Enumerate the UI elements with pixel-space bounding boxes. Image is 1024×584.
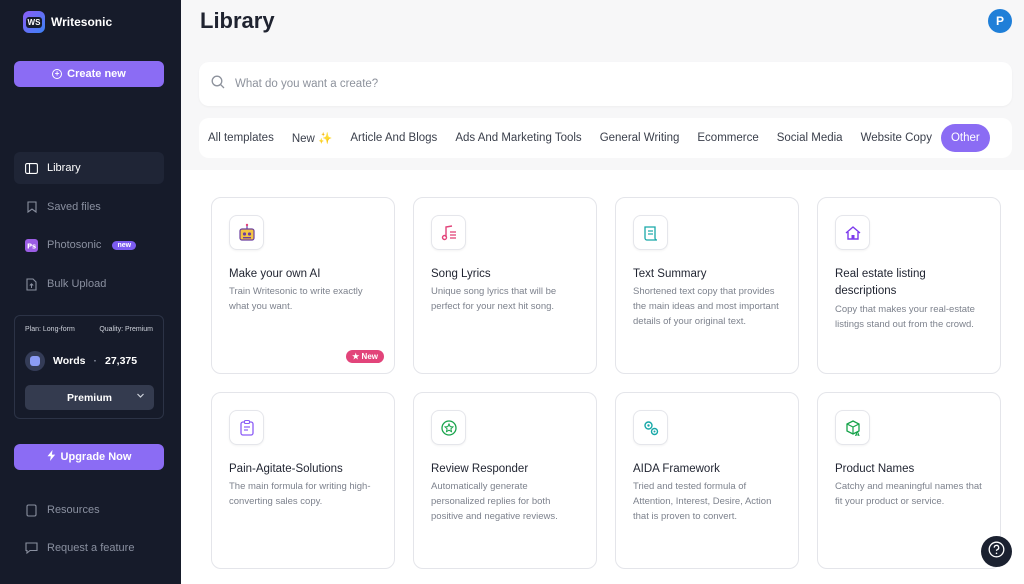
card-title: AIDA Framework (633, 463, 720, 475)
sidebar-item-label: Request a feature (47, 542, 135, 554)
template-card-pain-agitate-solutions[interactable]: Pain-Agitate-Solutions The main formula … (211, 392, 395, 569)
template-card-real-estate[interactable]: Real estate listing descriptions Copy th… (817, 197, 1001, 374)
writesonic-logo-icon: WS (23, 11, 45, 33)
plan-text: Plan: Long-form (25, 326, 75, 333)
plus-circle-icon: + (52, 69, 63, 79)
new-badge: new (112, 240, 137, 250)
tab-general-writing[interactable]: General Writing (591, 124, 689, 152)
card-title: Make your own AI (229, 268, 321, 280)
template-card-product-names[interactable]: A Product Names Catchy and meaningful na… (817, 392, 1001, 569)
svg-text:A: A (855, 431, 860, 437)
sidebar-item-label: Photosonic (47, 239, 102, 251)
tab-social-media[interactable]: Social Media (768, 124, 852, 152)
quality-text: Quality: Premium (99, 326, 153, 333)
card-description: Automatically generate personalized repl… (431, 481, 558, 522)
robot-icon (229, 215, 264, 250)
chevron-down-icon (136, 391, 145, 402)
sidebar-item-label: Resources (47, 504, 100, 516)
card-title: Song Lyrics (431, 268, 491, 280)
template-grid: Make your own AI Train Writesonic to wri… (181, 170, 1024, 584)
upgrade-now-button[interactable]: Upgrade Now (14, 444, 164, 470)
music-note-icon (431, 215, 466, 250)
help-button[interactable] (981, 536, 1012, 567)
category-tabs: All templates New ✨ Article And Blogs Ad… (199, 118, 1012, 158)
app-logo[interactable]: WS Writesonic (23, 11, 112, 33)
book-icon (25, 503, 38, 517)
message-icon (25, 542, 38, 555)
words-count: 27,375 (104, 355, 138, 367)
template-card-review-responder[interactable]: Review Responder Automatically generate … (413, 392, 597, 569)
create-new-label: Create new (67, 68, 126, 80)
star-badge-icon (431, 410, 466, 445)
tab-all-templates[interactable]: All templates (199, 124, 283, 152)
bookmark-icon (25, 201, 38, 214)
page-title: Library (200, 8, 275, 33)
sidebar-item-request-feature[interactable]: Request a feature (14, 532, 164, 564)
quality-select-value: Premium (67, 391, 112, 404)
app-name: Writesonic (51, 15, 113, 29)
new-badge: ★ New (346, 350, 384, 363)
card-description: Copy that makes your real-estate listing… (835, 304, 975, 330)
plan-card: Plan: Long-form Quality: Premium Words ·… (14, 315, 164, 419)
card-title: Real estate listing descriptions (835, 268, 926, 297)
words-label: Words (53, 355, 86, 367)
tab-new[interactable]: New ✨ (283, 124, 342, 152)
card-description: Train Writesonic to write exactly what y… (229, 286, 363, 312)
sidebar-item-label: Library (47, 162, 81, 174)
gears-icon (633, 410, 668, 445)
tab-website-copy[interactable]: Website Copy (852, 124, 941, 152)
tab-ecommerce[interactable]: Ecommerce (688, 124, 767, 152)
create-new-button[interactable]: + Create new (14, 61, 164, 87)
lightning-icon (47, 450, 56, 464)
card-description: Catchy and meaningful names that fit you… (835, 481, 982, 507)
sidebar-item-label: Saved files (47, 201, 101, 213)
sidebar-item-photosonic[interactable]: Ps Photosonic new (14, 229, 164, 261)
card-description: Shortened text copy that provides the ma… (633, 286, 779, 327)
user-avatar[interactable]: P (988, 9, 1012, 33)
quality-select[interactable]: Premium (25, 385, 154, 410)
house-icon (835, 215, 870, 250)
tab-other[interactable]: Other (940, 124, 990, 152)
sidebar-item-label: Bulk Upload (47, 278, 107, 290)
photosonic-icon: Ps (25, 238, 38, 252)
tab-ads-and-marketing-tools[interactable]: Ads And Marketing Tools (446, 124, 590, 152)
template-card-text-summary[interactable]: Text Summary Shortened text copy that pr… (615, 197, 799, 374)
sidebar: WS Writesonic + Create new Library Saved… (0, 0, 181, 584)
template-card-aida-framework[interactable]: AIDA Framework Tried and tested formula … (615, 392, 799, 569)
upgrade-now-label: Upgrade Now (60, 451, 132, 463)
card-title: Text Summary (633, 268, 707, 280)
card-description: Tried and tested formula of Attention, I… (633, 481, 772, 522)
file-upload-icon (25, 277, 38, 291)
words-icon (25, 351, 45, 371)
card-title: Review Responder (431, 463, 529, 475)
search-icon (211, 75, 225, 94)
search-bar[interactable]: What do you want a create? (199, 62, 1012, 106)
clipboard-icon (229, 410, 264, 445)
card-description: Unique song lyrics that will be perfect … (431, 286, 557, 312)
template-card-song-lyrics[interactable]: Song Lyrics Unique song lyrics that will… (413, 197, 597, 374)
help-icon (988, 541, 1005, 563)
card-title: Product Names (835, 463, 915, 475)
sidebar-item-resources[interactable]: Resources (14, 494, 164, 526)
sidebar-item-library[interactable]: Library (14, 152, 164, 184)
library-icon (25, 162, 38, 175)
scroll-icon (633, 215, 668, 250)
card-title: Pain-Agitate-Solutions (229, 463, 343, 475)
template-card-make-your-own-ai[interactable]: Make your own AI Train Writesonic to wri… (211, 197, 395, 374)
sidebar-item-bulk-upload[interactable]: Bulk Upload (14, 268, 164, 300)
card-description: The main formula for writing high-conver… (229, 481, 371, 507)
sidebar-item-saved-files[interactable]: Saved files (14, 191, 164, 223)
box-icon: A (835, 410, 870, 445)
search-input[interactable]: What do you want a create? (235, 78, 378, 90)
svg-text:Ps: Ps (27, 242, 36, 250)
tab-article-and-blogs[interactable]: Article And Blogs (341, 124, 446, 152)
